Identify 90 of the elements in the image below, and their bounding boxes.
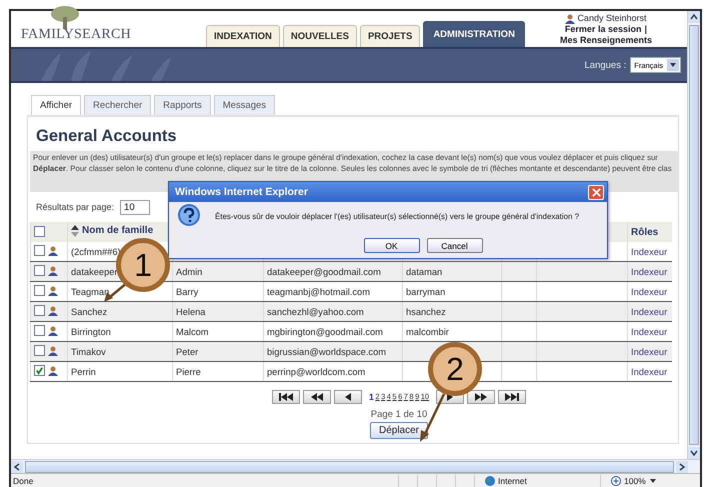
- scroll-left-icon[interactable]: [11, 460, 23, 472]
- previous-button[interactable]: [334, 390, 362, 404]
- table-cell: sanchezhl@yahoo.com: [267, 306, 364, 316]
- page-link[interactable]: 1: [368, 392, 374, 402]
- close-icon: [592, 188, 600, 196]
- scroll-right-icon[interactable]: [676, 460, 688, 472]
- close-button[interactable]: [588, 184, 604, 200]
- table-cell: barryman: [406, 286, 446, 296]
- row-checkbox[interactable]: [34, 265, 45, 276]
- nav-tab[interactable]: PROJETS: [360, 25, 420, 47]
- fast-forward-icon: [475, 393, 488, 401]
- page-info: Page 1 de 10: [370, 409, 428, 420]
- row-checkbox[interactable]: [34, 325, 45, 336]
- sort-icon[interactable]: [71, 224, 79, 236]
- table-cell: malcombir: [406, 326, 449, 336]
- zoom-icon[interactable]: [611, 476, 621, 486]
- language-label: Langues :: [584, 60, 626, 70]
- user-icon: [48, 266, 58, 276]
- user-icon: [48, 326, 58, 336]
- link-separator: |: [644, 24, 647, 35]
- table-cell: teagmanbj@hotmail.com: [267, 286, 370, 296]
- page-size-label: Résultats par page:: [36, 202, 114, 212]
- table-cell: Sanchez: [71, 306, 108, 316]
- caret-icon[interactable]: [648, 476, 657, 484]
- last-page-button[interactable]: [498, 390, 526, 404]
- status-text: Done: [12, 476, 34, 486]
- table-cell: perrinp@worldcom.com: [267, 366, 366, 376]
- logout-link[interactable]: Fermer la session: [564, 24, 642, 35]
- user-icon: [48, 366, 58, 376]
- panel-title: General Accounts: [36, 127, 178, 146]
- previous-icon: [344, 393, 351, 401]
- globe-icon: [485, 476, 495, 486]
- table-cell: bigrussian@worldspace.com: [267, 346, 386, 356]
- view-tab[interactable]: Messages: [214, 95, 276, 115]
- row-checkbox[interactable]: [34, 365, 45, 376]
- view-tab[interactable]: Rechercher: [84, 95, 152, 115]
- fast-forward-button[interactable]: [467, 390, 496, 404]
- table-cell: dataman: [406, 266, 442, 276]
- table-cell: datakeeper@goodmail.com: [267, 266, 381, 276]
- table-cell: Admin: [176, 266, 202, 276]
- role-link[interactable]: Indexeur: [631, 286, 668, 296]
- question-icon: [177, 204, 201, 228]
- role-link[interactable]: Indexeur: [631, 366, 668, 376]
- rewind-icon: [310, 393, 323, 401]
- dialog-button[interactable]: Cancel: [426, 238, 482, 253]
- zone-text: Internet: [498, 476, 527, 486]
- rewind-button[interactable]: [302, 390, 331, 404]
- table-cell: hsanchez: [406, 306, 446, 316]
- table-cell: Perrin: [71, 366, 96, 376]
- row-checkbox[interactable]: [34, 245, 45, 256]
- user-icon: [48, 306, 58, 316]
- table-cell: Timakov: [71, 346, 106, 356]
- user-icon: [48, 286, 58, 296]
- first-page-button[interactable]: [272, 390, 300, 404]
- skip-start-icon: [278, 393, 293, 401]
- user-icon: [565, 14, 576, 24]
- table-cell: mgbirington@goodmail.com: [267, 326, 383, 336]
- profile-link[interactable]: Mes Renseignements: [560, 35, 652, 46]
- table-cell: Barry: [176, 286, 198, 296]
- nav-tab[interactable]: ADMINISTRATION: [423, 21, 525, 47]
- user-icon: [48, 346, 58, 356]
- pointer-arrow: [418, 392, 446, 442]
- nav-tab[interactable]: INDEXATION: [206, 25, 280, 47]
- dialog-button[interactable]: OK: [364, 238, 420, 253]
- table-cell: Helena: [176, 306, 206, 316]
- role-link[interactable]: Indexeur: [631, 326, 668, 336]
- table-cell: Peter: [176, 346, 198, 356]
- logo-text: FAMILYSEARCH: [21, 27, 132, 43]
- zoom-level[interactable]: 100%: [624, 476, 646, 486]
- user-name: Candy Steinhorst: [577, 13, 646, 24]
- scroll-down-icon[interactable]: [688, 447, 700, 459]
- dropdown-icon: [667, 59, 679, 71]
- select-all-checkbox[interactable]: [34, 226, 45, 238]
- table-cell: Pierre: [176, 366, 201, 376]
- view-tab[interactable]: Afficher: [31, 95, 82, 115]
- row-checkbox[interactable]: [34, 345, 45, 356]
- nav-tab[interactable]: NOUVELLES: [282, 25, 357, 47]
- table-cell: Malcom: [176, 326, 209, 336]
- row-checkbox[interactable]: [34, 285, 45, 296]
- table-cell: Birrington: [71, 326, 111, 336]
- table-cell: Teagman: [71, 286, 110, 296]
- page-size-field[interactable]: 10: [120, 200, 150, 214]
- user-icon: [48, 246, 58, 256]
- table-cell: datakeeper: [71, 266, 118, 276]
- scroll-up-icon[interactable]: [688, 11, 700, 23]
- row-checkbox[interactable]: [34, 305, 45, 316]
- move-button[interactable]: Déplacer: [370, 422, 428, 439]
- view-tab[interactable]: Rapports: [154, 95, 211, 115]
- skip-end-icon: [505, 393, 520, 401]
- role-link[interactable]: Indexeur: [631, 246, 668, 256]
